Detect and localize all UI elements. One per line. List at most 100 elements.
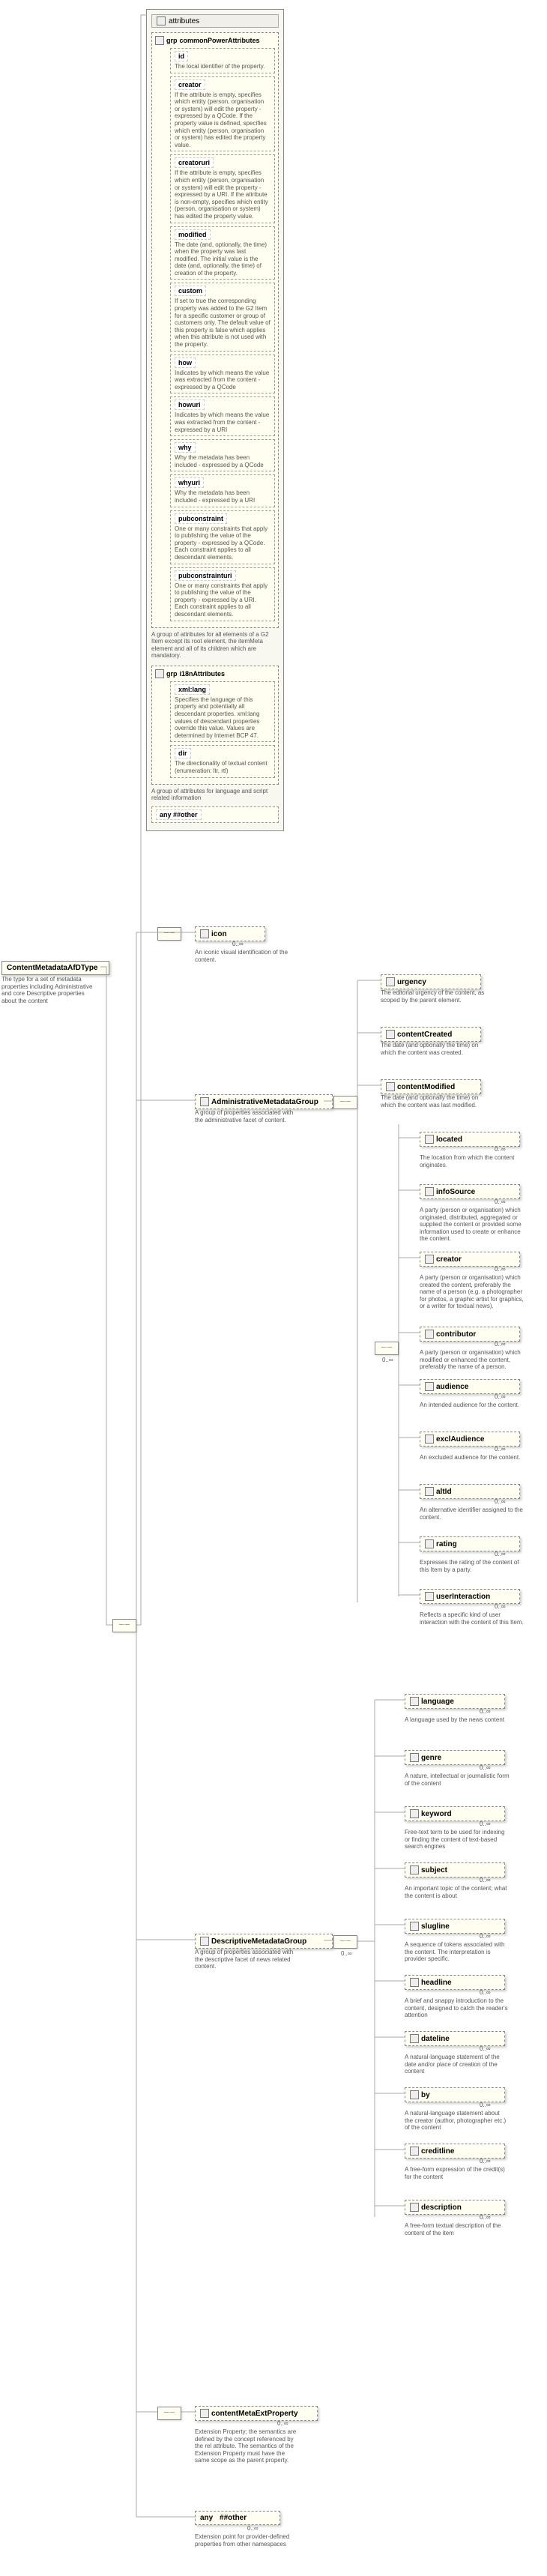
attr-name: xml:lang <box>175 684 210 695</box>
attr-desc: The local identifier of the property. <box>175 63 271 70</box>
connector <box>100 967 115 1626</box>
grp-icon <box>155 669 164 678</box>
content-meta-ext-title: contentMetaExtProperty <box>200 2409 312 2418</box>
desc-item-subject: subject <box>405 1862 505 1877</box>
attr-desc: Why the metadata has been included - exp… <box>175 489 271 504</box>
admin-item-title: altId <box>425 1487 515 1496</box>
admin-item-title: contributor <box>425 1330 515 1339</box>
connector <box>136 1100 196 1101</box>
desc-item-name: by <box>421 2091 430 2099</box>
admin-item-located: located <box>420 1132 520 1147</box>
attr-desc: The date (and, optionally, the time) whe… <box>175 241 271 277</box>
admin-item-title: contentCreated <box>386 1030 476 1039</box>
card: 0..∞ <box>495 1603 506 1610</box>
desc-item-name: slugline <box>421 1922 450 1931</box>
attr-desc: Indicates by which means the value was e… <box>175 369 271 391</box>
card: 0..∞ <box>495 1146 506 1153</box>
connector <box>136 932 137 1625</box>
element-icon <box>425 1187 434 1196</box>
admin-group-name: AdministrativeMetadataGroup <box>211 1098 318 1106</box>
descriptive-group-desc: A group of properties associated with th… <box>195 1949 300 1970</box>
desc-item-desc: A free-form textual description of the c… <box>405 2222 510 2236</box>
admin-group-desc: A group of properties associated with th… <box>195 1109 300 1123</box>
any-other-name: ##other <box>220 2514 247 2522</box>
attr-desc: If the attribute is empty, specifies whi… <box>175 91 271 149</box>
icon-title: icon <box>200 929 260 938</box>
admin-item-name: contentModified <box>397 1083 455 1091</box>
attr-name: dir <box>175 748 191 758</box>
element-icon <box>386 1030 395 1039</box>
admin-item-userInteraction: userInteraction <box>420 1589 520 1604</box>
sequence-symbol <box>375 1342 399 1355</box>
attr-name: creator <box>175 79 205 90</box>
descriptive-group-title: DescriptiveMetadataGroup <box>200 1937 327 1946</box>
attr-name: howuri <box>175 399 205 410</box>
desc-item-desc: A natural-language statement of the date… <box>405 2054 510 2075</box>
element-icon <box>410 2203 419 2212</box>
admin-group-title: AdministrativeMetadataGroup <box>200 1097 327 1106</box>
desc-item-name: dateline <box>421 2035 450 2043</box>
sequence-symbol <box>157 927 181 941</box>
attr-how: howIndicates by which means the value wa… <box>170 355 275 394</box>
attr-desc: Specifies the language of this property … <box>175 696 271 740</box>
card: 0..∞ <box>480 1933 491 1940</box>
element-icon <box>200 2409 209 2418</box>
common-power-group: grp commonPowerAttributes idThe local id… <box>151 32 279 628</box>
card: 0..∞ <box>495 1341 506 1348</box>
sequence-symbol <box>157 2407 181 2420</box>
desc-item-desc: A nature, intellectual or journalistic f… <box>405 1773 510 1787</box>
connector <box>399 1490 420 1491</box>
element-icon <box>425 1592 434 1601</box>
attr-name: pubconstraint <box>175 513 227 524</box>
sequence-symbol <box>333 1096 357 1109</box>
card: 0..∞ <box>495 1393 506 1400</box>
attr-name: why <box>175 442 196 453</box>
admin-item-title: exclAudience <box>425 1435 515 1444</box>
desc-item-name: keyword <box>421 1810 452 1818</box>
admin-item-title: userInteraction <box>425 1592 515 1601</box>
grp-label: grp <box>166 37 178 44</box>
element-icon <box>425 1435 434 1444</box>
connector <box>357 1700 375 1943</box>
desc-item-keyword: keyword <box>405 1806 505 1821</box>
admin-item-contentModified: contentModified <box>381 1079 481 1094</box>
attributes-header-label: attributes <box>169 17 199 25</box>
admin-item-name: audience <box>436 1383 468 1391</box>
card: 0..∞ <box>480 1764 491 1771</box>
root-type-node: ContentMetadataAfDType <box>1 961 109 975</box>
icon-desc: An iconic visual identification of the c… <box>195 949 300 963</box>
card: 0..∞ <box>495 1446 506 1453</box>
connector <box>399 1385 420 1386</box>
attr-creatoruri: creatoruriIf the attribute is empty, spe… <box>170 154 275 223</box>
desc-item-desc: An important topic of the content; what … <box>405 1885 510 1899</box>
descriptive-group-name: DescriptiveMetadataGroup <box>211 1937 306 1946</box>
card: 0..∞ <box>480 2045 491 2052</box>
admin-item-desc: The location from which the content orig… <box>420 1154 525 1168</box>
element-icon <box>425 1255 434 1264</box>
card: 0..∞ <box>495 1551 506 1557</box>
desc-item-name: headline <box>421 1979 452 1987</box>
attr-xml-lang: xml:langSpecifies the language of this p… <box>170 681 275 743</box>
attr-modified: modifiedThe date (and, optionally, the t… <box>170 226 275 280</box>
element-icon <box>410 1753 419 1762</box>
element-icon <box>425 1539 434 1548</box>
admin-item-contributor: contributor <box>420 1327 520 1342</box>
desc-item-title: slugline <box>410 1922 500 1931</box>
attr-howuri: howuriIndicates by which means the value… <box>170 396 275 436</box>
desc-item-genre: genre <box>405 1750 505 1765</box>
connector <box>375 1868 405 1869</box>
desc-item-desc: A natural-language statement about the c… <box>405 2110 510 2132</box>
admin-item-audience: audience <box>420 1379 520 1394</box>
desc-item-language: language <box>405 1694 505 1709</box>
any-label: any <box>200 2514 213 2522</box>
common-power-desc: A group of attributes for all elements o… <box>151 631 279 660</box>
admin-item-name: userInteraction <box>436 1593 490 1601</box>
connector <box>375 1981 405 1982</box>
admin-item-desc: An intended audience for the content. <box>420 1402 525 1409</box>
attr-creator: creatorIf the attribute is empty, specif… <box>170 76 275 152</box>
desc-item-desc: A free-form expression of the credit(s) … <box>405 2166 510 2180</box>
desc-item-name: genre <box>421 1754 441 1762</box>
attr-custom: customIf set to true the corresponding p… <box>170 283 275 351</box>
desc-item-creditline: creditline <box>405 2144 505 2159</box>
desc-item-title: genre <box>410 1753 500 1762</box>
